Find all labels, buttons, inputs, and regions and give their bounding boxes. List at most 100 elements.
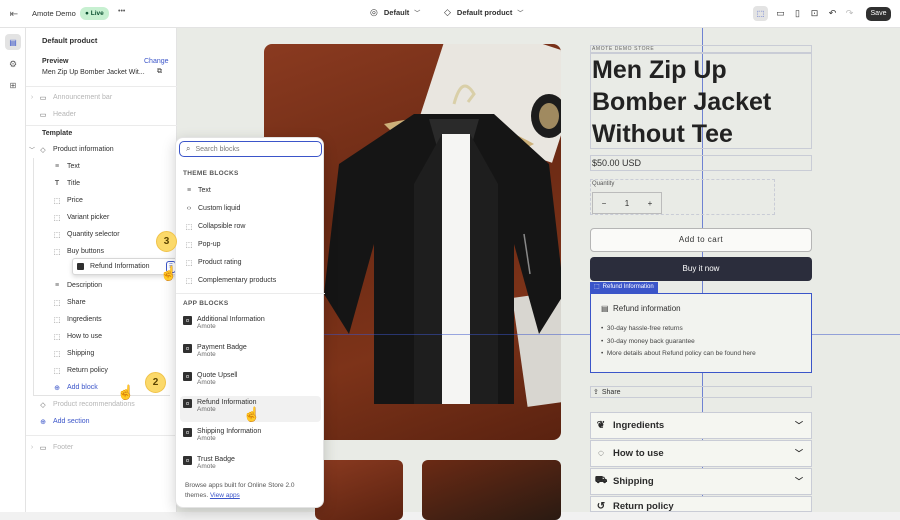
section-icon: ▭ (39, 94, 47, 102)
amote-app-icon: α (183, 372, 192, 381)
app-block-payment-badge[interactable]: α Payment Badge Amote (176, 340, 325, 366)
refund-point: • More details about Refund policy can b… (601, 350, 756, 357)
left-rail: ▤ ⚙ ⊞ (0, 28, 26, 512)
section-product-information[interactable]: ﹀ ◇ Product information (26, 141, 177, 158)
hand-cursor-icon: ☝ (117, 384, 135, 400)
minus-button[interactable]: − (593, 199, 615, 208)
desktop-icon[interactable]: ▭ (773, 6, 788, 21)
block-description[interactable]: ≡ Description (26, 277, 177, 294)
theme-block-product-rating[interactable]: ⬚ Product rating (176, 254, 325, 271)
chevron-down-icon: ﹀ (28, 148, 35, 154)
block-icon: ⬚ (53, 350, 61, 358)
globe-icon: ◎ (370, 7, 378, 17)
section-product-recommendations[interactable]: ◇ Product recommendations (26, 396, 177, 413)
inspector-icon[interactable]: ⬚ (753, 6, 768, 21)
accordion-how-to-use[interactable]: ◌ How to use ﹀ (590, 440, 812, 467)
quantity-stepper[interactable]: − 1 + (592, 192, 662, 214)
change-preview-link[interactable]: Change (144, 58, 169, 65)
section-announcement-bar[interactable]: › ▭ Announcement bar (26, 89, 177, 106)
chevron-right-icon: › (30, 444, 34, 451)
block-icon: ⬚ (53, 333, 61, 341)
undo-icon[interactable]: ↶ (826, 6, 839, 21)
refund-points: • 30-day hassle-free returns • 30-day mo… (601, 323, 756, 361)
chevron-down-icon: ﹀ (795, 421, 803, 430)
product-thumbnail[interactable] (422, 460, 561, 520)
template-select[interactable]: ◇ Default product ﹀ (444, 7, 523, 18)
add-to-cart-button[interactable]: Add to cart (590, 228, 812, 252)
sections-icon[interactable]: ▤ (5, 34, 21, 50)
theme-block-complementary-products[interactable]: ⬚ Complementary products (176, 272, 325, 289)
app-block-shipping-information[interactable]: α Shipping Information Amote (176, 424, 325, 450)
divider (26, 125, 177, 126)
fullscreen-icon[interactable]: ⊡ (807, 6, 822, 21)
share-icon: ⇪ (593, 389, 599, 396)
preview-label: Preview (42, 58, 69, 65)
settings-gear-icon[interactable]: ⚙ (5, 56, 21, 72)
add-block-popover: ⌕ Search blocks THEME BLOCKS ≡ Text ‹› Cus… (175, 137, 325, 508)
selected-block-tag[interactable]: ⬚ Refund Information (590, 282, 658, 293)
block-share[interactable]: ⬚ Share (26, 294, 177, 311)
save-button[interactable]: Save (866, 7, 891, 21)
hand-cursor-icon: ☝ (243, 406, 261, 422)
theme-block-collapsible-row[interactable]: ⬚ Collapsible row (176, 218, 325, 235)
divider (26, 86, 177, 87)
chevron-down-icon: ﹀ (795, 477, 803, 486)
refund-information-block[interactable]: ▤ Refund information • 30-day hassle-fre… (590, 293, 812, 373)
block-text[interactable]: ≡ Text (26, 158, 177, 175)
block-variant-picker[interactable]: ⬚ Variant picker (26, 209, 177, 226)
app-block-icon (77, 263, 84, 270)
external-link-icon[interactable]: ⧉ (157, 68, 162, 76)
apps-icon[interactable]: ⊞ (5, 77, 21, 93)
product-title: Men Zip Up Bomber Jacket Without Tee (590, 53, 812, 149)
exit-icon[interactable]: ⇤ (8, 8, 20, 20)
amote-app-icon: α (183, 428, 192, 437)
view-apps-link[interactable]: View apps (210, 492, 240, 499)
leaf-icon: ❦ (596, 420, 606, 431)
theme-block-text[interactable]: ≡ Text (176, 182, 325, 199)
accordion-shipping[interactable]: ⛟ Shipping ﹀ (590, 468, 812, 495)
tag-icon: ◇ (40, 146, 46, 154)
search-blocks-input[interactable]: ⌕ Search blocks (179, 141, 322, 157)
divider (26, 435, 177, 436)
search-icon: ⌕ (186, 144, 191, 153)
block-shipping[interactable]: ⬚ Shipping (26, 345, 177, 362)
return-icon: ↺ (596, 501, 606, 512)
amote-app-icon: α (183, 344, 192, 353)
block-icon: ⬚ (53, 248, 61, 256)
step-badge: 3 (156, 231, 177, 252)
block-price[interactable]: ⬚ Price (26, 192, 177, 209)
product-price: $50.00 USD (590, 155, 812, 171)
section-header[interactable]: ▭ Header (26, 106, 177, 123)
amote-app-icon: α (183, 456, 192, 465)
plus-button[interactable]: + (639, 199, 661, 208)
block-ingredients[interactable]: ⬚ Ingredients (26, 311, 177, 328)
text-lines-icon: ≡ (186, 187, 192, 194)
block-icon: ⬚ (53, 299, 61, 307)
step-badge: 2 (145, 372, 166, 393)
text-lines-icon: ≡ (54, 282, 60, 289)
more-options-button[interactable]: ••• (118, 8, 125, 15)
share-button[interactable]: ⇪ Share (590, 386, 812, 398)
template-label: Template (42, 130, 73, 137)
theme-select[interactable]: ◎ Default ﹀ (370, 7, 420, 18)
theme-block-custom-liquid[interactable]: ‹› Custom liquid (176, 200, 325, 217)
theme-block-pop-up[interactable]: ⬚ Pop-up (176, 236, 325, 253)
app-block-additional-information[interactable]: α Additional Information Amote (176, 312, 325, 338)
block-quantity-selector[interactable]: ⬚ Quantity selector (26, 226, 177, 243)
amote-app-icon: α (183, 399, 192, 408)
block-icon: ⬚ (53, 316, 61, 324)
add-section-button[interactable]: ⊕ Add section (26, 413, 177, 430)
code-icon: ‹› (186, 205, 192, 212)
block-title[interactable]: T Title (26, 175, 177, 192)
chat-bubble-icon: ◌ (598, 448, 604, 459)
redo-icon[interactable]: ↷ (843, 6, 856, 21)
mobile-icon[interactable]: ▯ (790, 6, 805, 21)
app-block-trust-badge[interactable]: α Trust Badge Amote (176, 452, 325, 478)
app-block-quote-upsell[interactable]: α Quote Upsell Amote (176, 368, 325, 394)
product-thumbnail[interactable] (315, 460, 403, 520)
buy-now-button[interactable]: Buy it now (590, 257, 812, 281)
accordion-return-policy[interactable]: ↺ Return policy (590, 496, 812, 512)
accordion-ingredients[interactable]: ❦ Ingredients ﹀ (590, 412, 812, 439)
section-footer[interactable]: › ▭ Footer (26, 439, 177, 456)
block-how-to-use[interactable]: ⬚ How to use (26, 328, 177, 345)
